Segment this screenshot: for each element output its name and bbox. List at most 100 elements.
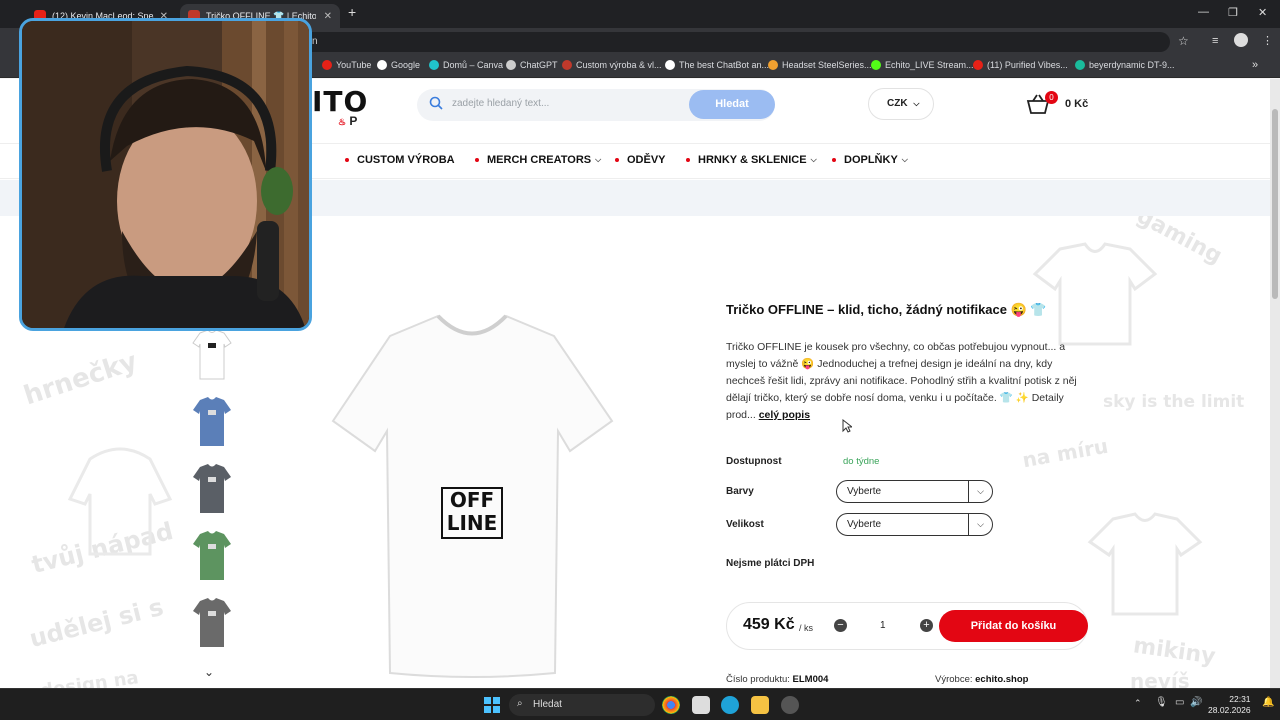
obs-icon[interactable]	[781, 696, 799, 714]
chevron-down-icon: ⌵	[595, 155, 602, 164]
select-value: Vyberte	[847, 519, 882, 530]
taskbar-search-label: Hledat	[533, 699, 562, 710]
edge-icon[interactable]	[721, 696, 739, 714]
currency-value: CZK	[887, 98, 908, 109]
scrollbar-thumb[interactable]	[1272, 109, 1278, 299]
cart-count-badge: 0	[1045, 91, 1058, 104]
more-bookmarks-icon[interactable]: »	[1252, 59, 1258, 71]
bookmark-label: Headset SteelSeries...	[782, 60, 872, 70]
doodle-text: udělej si s	[26, 592, 167, 654]
tshirt-doodle-icon	[1087, 512, 1203, 616]
chevron-down-icon: ⌵	[810, 155, 817, 164]
clock-time: 22:31	[1229, 694, 1251, 704]
availability-label: Dostupnost	[726, 456, 782, 467]
thumbnail-blue[interactable]	[192, 396, 232, 448]
bookmark-item[interactable]: (11) Purified Vibes...	[973, 60, 1068, 70]
chevron-down-icon: ⌵	[901, 155, 908, 164]
close-window-button[interactable]: ✕	[1258, 6, 1267, 19]
thumbnails-scroll-down-button[interactable]: ⌄	[204, 665, 214, 679]
product-main-image[interactable]: OFF LINE	[330, 311, 615, 688]
chevron-down-icon: ⌵	[913, 99, 920, 108]
bookmark-item[interactable]: ChatGPT	[506, 60, 558, 70]
bookmark-star-icon[interactable]: ☆	[1178, 34, 1189, 48]
full-description-link[interactable]: celý popis	[759, 409, 810, 421]
nav-item-hrnky[interactable]: HRNKY & SKLENICE ⌵	[686, 154, 817, 166]
maker-label: Výrobce:	[935, 674, 973, 685]
bookmark-label: Custom výroba & vl...	[576, 60, 662, 70]
thumbnail-white[interactable]	[192, 329, 232, 381]
steelseries-icon	[768, 60, 778, 70]
quantity-increase-button[interactable]: +	[920, 619, 933, 632]
vat-note: Nejsme plátci DPH	[726, 558, 815, 569]
bullet-icon	[475, 158, 479, 162]
color-select[interactable]: Vyberte ⌵	[836, 480, 993, 503]
profile-avatar[interactable]	[1234, 33, 1248, 47]
volume-icon[interactable]: 🔊	[1190, 697, 1202, 708]
bookmark-item[interactable]: Echito_LIVE Stream...	[871, 60, 974, 70]
bullet-icon	[686, 158, 690, 162]
google-icon	[377, 60, 387, 70]
cart-total[interactable]: 0 Kč	[1065, 98, 1088, 110]
thumbnail-green[interactable]	[192, 530, 232, 582]
size-select[interactable]: Vyberte ⌵	[836, 513, 993, 536]
maximize-button[interactable]: ❐	[1228, 6, 1238, 19]
windows-start-icon[interactable]	[484, 697, 500, 713]
bookmark-item[interactable]: Google	[377, 60, 420, 70]
nav-item-custom-vyroba[interactable]: CUSTOM VÝROBA	[345, 154, 455, 166]
media-icon[interactable]: ≡	[1212, 35, 1218, 47]
system-clock[interactable]: 22:31 28.02.2026	[1208, 694, 1251, 716]
page-scrollbar[interactable]	[1270, 79, 1280, 688]
product-maker: Výrobce: echito.shop	[935, 674, 1028, 685]
search-icon: ⌕	[517, 698, 523, 709]
quantity-input[interactable]: 1	[880, 620, 886, 631]
product-price: 459 Kč	[743, 616, 795, 633]
chevron-down-icon: ⌵	[968, 481, 992, 502]
chrome-icon[interactable]	[662, 696, 680, 714]
chatbot-icon	[665, 60, 675, 70]
bookmark-item[interactable]: beyerdynamic DT-9...	[1075, 60, 1175, 70]
product-code-value: ELM004	[792, 674, 829, 685]
currency-select[interactable]: CZK ⌵	[868, 88, 934, 120]
url-field[interactable]: n	[300, 32, 1170, 52]
bookmark-item[interactable]: The best ChatBot an...	[665, 60, 769, 70]
print-line: OFF	[449, 488, 495, 512]
bookmark-item[interactable]: Domů – Canva	[429, 60, 503, 70]
youtube-icon	[322, 60, 332, 70]
thumbnail-dark-grey[interactable]	[192, 463, 232, 515]
network-icon[interactable]: ▭	[1175, 697, 1184, 708]
notifications-icon[interactable]: 🔔	[1262, 697, 1274, 708]
bookmark-label: Echito_LIVE Stream...	[885, 60, 974, 70]
menu-icon[interactable]: ⋮	[1262, 34, 1273, 47]
clock-date: 28.02.2026	[1208, 705, 1251, 715]
doodle-text: design na	[39, 667, 140, 688]
bookmark-label: The best ChatBot an...	[679, 60, 770, 70]
kick-icon	[871, 60, 881, 70]
tshirt-doodle-icon	[1032, 242, 1158, 346]
mouse-cursor-icon	[842, 419, 852, 433]
price-unit: / ks	[799, 623, 814, 633]
nav-item-odevy[interactable]: ODĚVY	[615, 154, 666, 166]
store-icon[interactable]	[692, 696, 710, 714]
taskbar-search[interactable]: ⌕ Hledat	[509, 694, 655, 716]
microphone-icon[interactable]: 🎙	[1155, 697, 1168, 708]
bookmark-item[interactable]: Headset SteelSeries...	[768, 60, 872, 70]
bookmark-item[interactable]: YouTube	[322, 60, 371, 70]
bookmark-item[interactable]: Custom výroba & vl...	[562, 60, 662, 70]
close-tab-icon[interactable]: ✕	[324, 11, 332, 22]
quantity-decrease-button[interactable]: −	[834, 619, 847, 632]
minimize-button[interactable]: —	[1198, 6, 1209, 18]
search-input[interactable]: zadejte hledaný text...	[452, 98, 549, 109]
file-explorer-icon[interactable]	[751, 696, 769, 714]
add-to-cart-button[interactable]: Přidat do košíku	[939, 610, 1088, 642]
doodle-text: na míru	[1020, 433, 1110, 473]
nav-label: CUSTOM VÝROBA	[357, 154, 455, 166]
nav-item-merch-creators[interactable]: MERCH CREATORS ⌵	[475, 154, 601, 166]
echito-favicon-icon	[562, 60, 572, 70]
chevron-up-icon[interactable]: ⌃	[1134, 698, 1142, 709]
nav-item-doplnky[interactable]: DOPLŇKY ⌵	[832, 154, 908, 166]
new-tab-button[interactable]: +	[348, 4, 356, 20]
print-line: LINE	[446, 511, 498, 535]
thumbnail-grey[interactable]	[192, 597, 232, 649]
maker-value: echito.shop	[975, 674, 1029, 685]
search-button[interactable]: Hledat	[689, 90, 775, 119]
